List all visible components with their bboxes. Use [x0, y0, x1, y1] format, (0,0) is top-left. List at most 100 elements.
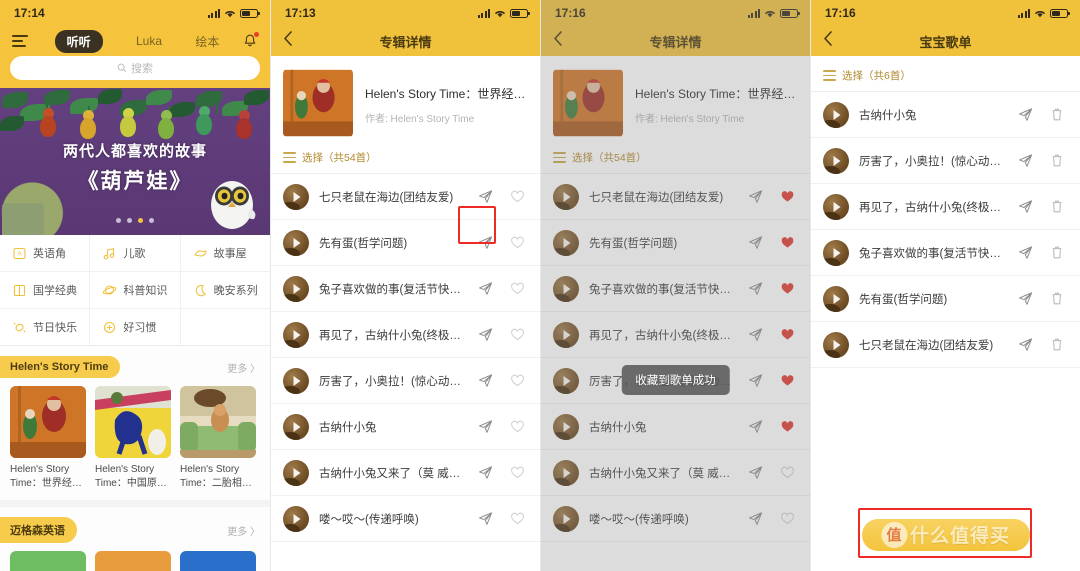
track-row[interactable]: 古纳什小兔 — [811, 92, 1080, 138]
send-icon[interactable] — [1014, 337, 1036, 352]
play-avatar[interactable] — [283, 367, 309, 394]
status-time: 17:14 — [14, 6, 45, 20]
search-input[interactable]: 搜索 — [10, 56, 260, 80]
play-avatar[interactable] — [823, 285, 849, 312]
category-science[interactable]: 科普知识 — [90, 272, 181, 308]
play-avatar[interactable] — [823, 331, 849, 358]
play-avatar[interactable] — [283, 505, 309, 532]
play-avatar[interactable] — [283, 413, 309, 440]
track-row[interactable]: 七只老鼠在海边(团结友爱) — [811, 322, 1080, 368]
favorite-icon[interactable] — [506, 327, 528, 342]
track-row[interactable]: 先有蛋(哲学问题) — [811, 276, 1080, 322]
section-more-link[interactable]: 更多 〉 — [227, 523, 260, 538]
tab-luka[interactable]: Luka — [136, 34, 162, 48]
send-icon[interactable] — [1014, 153, 1036, 168]
category-row: 国学经典 科普知识 晚安系列 — [0, 272, 270, 309]
track-row[interactable]: 再见了，古纳什小兔(终极… — [811, 184, 1080, 230]
home-search-wrap: 搜索 — [0, 56, 270, 88]
category-english-corner[interactable]: A 英语角 — [0, 235, 91, 271]
delete-icon[interactable] — [1046, 199, 1068, 214]
delete-icon[interactable] — [1046, 337, 1068, 352]
favorite-icon[interactable] — [506, 419, 528, 434]
track-title: 先有蛋(哲学问题) — [859, 293, 948, 306]
play-avatar[interactable] — [823, 147, 849, 174]
album-cover[interactable] — [283, 68, 353, 138]
send-icon[interactable] — [474, 419, 496, 434]
play-avatar[interactable] — [823, 193, 849, 220]
send-icon[interactable] — [474, 465, 496, 480]
track-row[interactable]: 先有蛋(哲学问题) — [271, 220, 540, 266]
favorite-icon[interactable] — [506, 511, 528, 526]
plus-circle-icon — [102, 320, 117, 335]
favorite-icon[interactable] — [506, 465, 528, 480]
album-card[interactable]: Helen's Story Time：中国原… — [95, 386, 171, 490]
track-row[interactable]: 再见了，古纳什小兔(终极… — [271, 312, 540, 358]
play-avatar[interactable] — [283, 229, 309, 256]
tab-tingting[interactable]: 听听 — [54, 29, 103, 53]
carousel-dots[interactable] — [0, 218, 270, 223]
delete-icon[interactable] — [1046, 107, 1068, 122]
select-row[interactable]: 选择（共54首） — [271, 138, 540, 173]
chevron-left-icon[interactable] — [823, 31, 833, 52]
tab-huiben[interactable]: 绘本 — [195, 33, 219, 50]
play-avatar[interactable] — [283, 321, 309, 348]
section-header-meigesen: 迈格森英语 更多 〉 — [0, 507, 270, 551]
track-row[interactable]: 兔子喜欢做的事(复活节快… — [271, 266, 540, 312]
category-kids-songs[interactable]: 儿歌 — [90, 235, 181, 271]
album-card[interactable] — [95, 551, 171, 571]
favorite-icon[interactable] — [506, 235, 528, 250]
send-icon[interactable] — [1014, 199, 1036, 214]
track-row[interactable]: 七只老鼠在海边(团结友爱) — [271, 174, 540, 220]
bell-icon[interactable] — [242, 32, 259, 49]
track-row[interactable]: 喽～哎～(传递呼唤) — [271, 496, 540, 542]
send-icon[interactable] — [1014, 245, 1036, 260]
gourd-2 — [80, 110, 96, 139]
panel-album-favorited: 17:16 专辑详情 Helen's Story Time：世界经… 作者: H… — [540, 0, 810, 571]
send-icon[interactable] — [474, 235, 496, 250]
planet-icon — [102, 283, 117, 298]
play-avatar[interactable] — [283, 275, 309, 302]
delete-icon[interactable] — [1046, 153, 1068, 168]
send-icon[interactable] — [474, 373, 496, 388]
category-classics[interactable]: 国学经典 — [0, 272, 91, 308]
play-avatar[interactable] — [823, 101, 849, 128]
track-row[interactable]: 兔子喜欢做的事(复活节快… — [811, 230, 1080, 276]
category-holiday[interactable]: 节日快乐 — [0, 309, 91, 345]
track-row[interactable]: 厉害了，小奥拉！(惊心动… — [811, 138, 1080, 184]
house-icon — [193, 246, 208, 261]
select-row[interactable]: 选择（共6首） — [811, 56, 1080, 91]
album-card[interactable]: Helen's Story Time：二胎相… — [180, 386, 256, 490]
delete-icon[interactable] — [1046, 245, 1068, 260]
play-avatar[interactable] — [823, 239, 849, 266]
category-good-habits[interactable]: 好习惯 — [90, 309, 181, 345]
play-avatar[interactable] — [283, 183, 309, 210]
delete-icon[interactable] — [1046, 291, 1068, 306]
page-title: 宝宝歌单 — [919, 34, 972, 50]
track-row[interactable]: 古纳什小兔又来了（莫 威… — [271, 450, 540, 496]
section-more-link[interactable]: 更多 〉 — [227, 360, 260, 375]
favorite-icon[interactable] — [506, 373, 528, 388]
send-icon[interactable] — [1014, 107, 1036, 122]
send-icon[interactable] — [474, 281, 496, 296]
send-icon[interactable] — [1014, 291, 1036, 306]
hero-banner[interactable]: 两代人都喜欢的故事 《葫芦娃》 — [0, 88, 270, 235]
send-icon[interactable] — [474, 189, 496, 204]
track-title: 厉害了，小奥拉！(惊心动… — [859, 155, 1001, 168]
album-card[interactable] — [180, 551, 256, 571]
album-caption: Helen's Story Time：世界经… — [10, 464, 82, 489]
category-goodnight[interactable]: 晚安系列 — [181, 272, 270, 308]
album-card[interactable] — [10, 551, 86, 571]
send-icon[interactable] — [474, 511, 496, 526]
category-label: 好习惯 — [123, 322, 157, 334]
track-row[interactable]: 厉害了，小奥拉！(惊心动… — [271, 358, 540, 404]
favorite-icon[interactable] — [506, 281, 528, 296]
favorite-icon[interactable] — [506, 189, 528, 204]
category-story-house[interactable]: 故事屋 — [181, 235, 270, 271]
send-icon[interactable] — [474, 327, 496, 342]
album-cover — [10, 386, 86, 458]
chevron-left-icon[interactable] — [283, 31, 293, 52]
play-avatar[interactable] — [283, 459, 309, 486]
track-row[interactable]: 古纳什小兔 — [271, 404, 540, 450]
hamburger-icon[interactable] — [12, 35, 28, 47]
album-card[interactable]: Helen's Story Time：世界经… — [10, 386, 86, 490]
